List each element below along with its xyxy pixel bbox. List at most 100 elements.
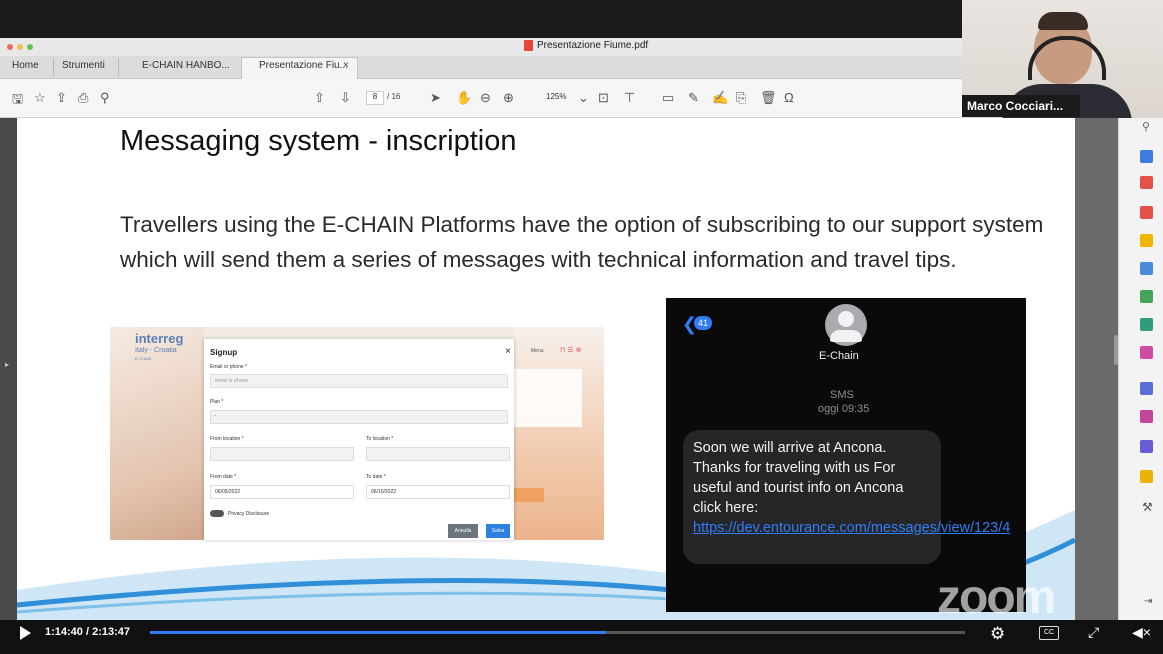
select-cursor-icon[interactable]: ➤ (430, 90, 441, 106)
signup-background-left (110, 327, 204, 540)
pdf-file-icon (524, 40, 533, 51)
expand-left-panel-icon[interactable]: ▸ (5, 360, 9, 369)
tab-separator (118, 58, 119, 76)
signup-background-right (514, 327, 604, 540)
trash-icon[interactable]: 🗑 (760, 90, 777, 106)
slide-title: Messaging system - inscription (120, 125, 517, 157)
zoom-in-icon[interactable]: ⊕ (503, 90, 514, 106)
to-date-label: To date * (366, 474, 386, 480)
from-location-select[interactable] (210, 447, 354, 461)
close-window-button[interactable] (7, 44, 13, 50)
hand-tool-icon[interactable]: ✋ (456, 90, 472, 106)
fullscreen-icon[interactable]: ⤢ (1088, 624, 1099, 641)
email-label: Email or phone * (210, 364, 247, 370)
compress-pdf-icon[interactable] (1140, 318, 1153, 331)
organize-pages-icon[interactable] (1140, 176, 1153, 189)
privacy-label: Privacy Disclosure (228, 511, 270, 517)
stamp-icon[interactable]: ⎘ (736, 90, 746, 106)
sms-service-label: SMS (830, 389, 854, 401)
save-icon[interactable]: 🖫 (12, 90, 23, 112)
comment-icon[interactable]: ▭ (662, 90, 674, 106)
interreg-logo-project: E-CHAIN (135, 356, 152, 361)
sms-timestamp: oggi 09:35 (818, 403, 870, 415)
site-info-card (514, 369, 582, 427)
window-titlebar (0, 38, 962, 57)
interreg-logo-subtitle: Italy - Croatia (135, 347, 177, 354)
chevron-down-icon[interactable]: ⌄ (578, 90, 589, 106)
sms-message-body: Soon we will arrive at Ancona. Thanks fo… (693, 440, 904, 516)
page-number-input[interactable]: 8 (366, 91, 384, 105)
tab-home[interactable]: Home (12, 60, 39, 71)
left-panel-gutter (0, 118, 17, 620)
page-up-icon[interactable]: ⇧ (314, 90, 325, 106)
scroll-mode-icon[interactable]: ⊤ (624, 90, 635, 106)
tab-presentazione[interactable]: Presentazione Fiu... (259, 60, 348, 71)
zoom-out-icon[interactable]: ⊖ (480, 90, 491, 106)
form-icon[interactable] (1140, 410, 1153, 423)
create-pdf-icon[interactable] (1140, 150, 1153, 163)
volume-muted-icon[interactable]: ◀× (1132, 624, 1151, 641)
sms-message-text: Soon we will arrive at Ancona. Thanks fo… (693, 438, 1010, 538)
slide-body-text: Travellers using the E-CHAIN Platforms h… (120, 212, 1044, 272)
save-button[interactable]: Salva (486, 524, 510, 538)
tab-strumenti[interactable]: Strumenti (62, 60, 105, 71)
privacy-toggle[interactable] (210, 510, 224, 517)
comment-tool-icon[interactable] (1140, 234, 1153, 247)
settings-gear-icon[interactable]: ⚙ (990, 624, 1005, 644)
zoom-level-select[interactable]: 125% (546, 92, 566, 101)
unread-count-badge: 41 (694, 316, 712, 330)
play-icon[interactable] (20, 626, 31, 640)
document-right-margin (1075, 118, 1118, 620)
tab-separator (53, 58, 54, 76)
page-total: / 16 (387, 92, 401, 101)
tab-close-icon[interactable]: × (343, 60, 349, 71)
page-down-icon[interactable]: ⇩ (340, 90, 351, 106)
cancel-button[interactable]: Annulla (448, 524, 478, 538)
protect-icon[interactable] (1140, 382, 1153, 395)
interreg-logo: interreg (135, 331, 184, 346)
to-date-value: 06/10/2022 (371, 489, 397, 495)
email-placeholder: email or phone (215, 378, 249, 384)
to-location-select[interactable] (366, 447, 510, 461)
search-icon[interactable]: ⚲ (1142, 120, 1150, 133)
collapse-sidebar-icon[interactable]: ⇥ (1144, 596, 1152, 607)
upload-cloud-icon[interactable]: ⇪ (56, 90, 67, 106)
signup-modal-title: Signup (210, 348, 238, 357)
signup-close-icon[interactable]: × (505, 346, 511, 357)
participant-name: Marco Cocciari... (967, 99, 1064, 113)
audio-icon[interactable]: Ω (784, 90, 794, 105)
edit-pdf-icon[interactable] (1140, 262, 1153, 275)
export-pdf-icon[interactable] (1140, 206, 1153, 219)
plan-value: - (214, 413, 216, 419)
fill-sign-icon[interactable] (1140, 290, 1153, 303)
pen-icon[interactable]: ✎ (688, 90, 699, 106)
plan-select[interactable] (210, 410, 508, 424)
site-header-icons: ⊓ ☰ ⊕ (560, 347, 582, 354)
playback-time: 1:14:40 / 2:13:47 (45, 626, 130, 638)
to-location-label: To location * (366, 436, 394, 442)
request-signature-icon[interactable] (1140, 440, 1153, 453)
email-field[interactable] (210, 374, 508, 388)
closed-captions-button[interactable]: CC (1039, 626, 1059, 640)
search-icon[interactable]: ⚲ (100, 90, 110, 106)
sms-link[interactable]: https://dev.entourance.com/messages/view… (693, 520, 1010, 536)
progress-fill (150, 631, 607, 634)
combine-files-icon[interactable] (1140, 470, 1153, 483)
tools-sidebar (1118, 118, 1163, 620)
video-player-bar (0, 620, 1163, 654)
sign-tool-icon[interactable] (1140, 346, 1153, 359)
more-tools-icon[interactable]: ⚒ (1142, 500, 1153, 514)
zoom-watermark: zoom (937, 571, 1056, 624)
contact-name[interactable]: E-Chain (819, 350, 859, 362)
person-hair (1038, 12, 1088, 30)
avatar-head-icon (838, 311, 854, 327)
fit-page-icon[interactable]: ⊡ (598, 90, 609, 106)
tab-echain-handbook[interactable]: E-CHAIN HANBO... (142, 60, 230, 71)
print-icon[interactable]: ⎙ (78, 90, 88, 106)
sign-icon[interactable]: ✍ (712, 90, 728, 106)
bookmark-star-icon[interactable]: ☆ (34, 90, 46, 106)
signup-modal (204, 339, 514, 540)
minimize-window-button[interactable] (17, 44, 23, 50)
from-date-label: From date * (210, 474, 237, 480)
zoom-window-button[interactable] (27, 44, 33, 50)
